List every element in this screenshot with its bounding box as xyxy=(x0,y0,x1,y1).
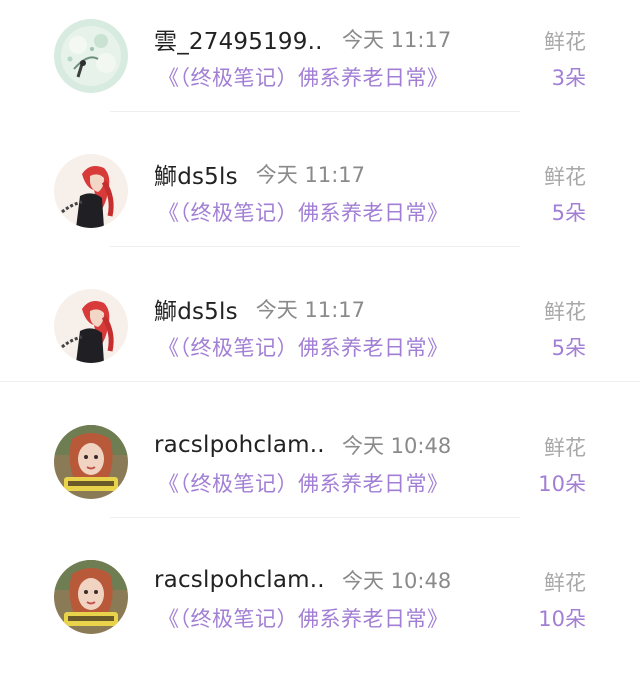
divider xyxy=(110,111,520,112)
name-row: racslpohclam... 今天 10:48 xyxy=(154,428,451,462)
divider xyxy=(0,381,640,382)
name-row: 鰤ds5ls 今天 11:17 xyxy=(154,292,365,326)
user-name[interactable]: 鰤ds5ls xyxy=(154,157,238,191)
user-name[interactable]: racslpohclam... xyxy=(154,432,324,458)
message-time: 今天 10:48 xyxy=(342,569,452,593)
user-name[interactable]: 雲_27495199... xyxy=(154,22,324,56)
gift-message-item[interactable]: racslpohclam... 今天 10:48 《（终极笔记）佛系养老日常》 … xyxy=(0,406,640,541)
gift-type-label: 鲜花 xyxy=(544,571,586,595)
gift-type-label: 鲜花 xyxy=(544,300,586,324)
user-avatar[interactable] xyxy=(54,560,128,634)
message-time: 今天 11:17 xyxy=(255,163,365,187)
gift-count: 10朵 xyxy=(538,472,586,496)
book-title-link[interactable]: 《（终极笔记）佛系养老日常》 xyxy=(158,468,449,498)
gift-type-label: 鲜花 xyxy=(544,436,586,460)
gift-message-list: 雲_27495199... 今天 11:17 《（终极笔记）佛系养老日常》 鲜花… xyxy=(0,0,640,651)
message-time: 今天 11:17 xyxy=(342,28,452,52)
name-row: 雲_27495199... 今天 11:17 xyxy=(154,22,451,56)
gift-count: 5朵 xyxy=(551,336,586,360)
book-title-link[interactable]: 《（终极笔记）佛系养老日常》 xyxy=(158,332,449,362)
gift-count: 5朵 xyxy=(551,201,586,225)
name-row: 鰤ds5ls 今天 11:17 xyxy=(154,157,365,191)
user-name[interactable]: racslpohclam... xyxy=(154,567,324,593)
portrait-avatar-icon xyxy=(54,425,128,499)
red-hair-character-avatar-icon xyxy=(54,154,128,228)
user-avatar[interactable] xyxy=(54,154,128,228)
message-time: 今天 11:17 xyxy=(255,298,365,322)
flower-avatar-icon xyxy=(54,19,128,93)
message-time: 今天 10:48 xyxy=(342,434,452,458)
name-row: racslpohclam... 今天 10:48 xyxy=(154,563,451,597)
user-name[interactable]: 鰤ds5ls xyxy=(154,292,238,326)
red-hair-character-avatar-icon xyxy=(54,289,128,363)
gift-count: 10朵 xyxy=(538,607,586,631)
gift-message-item[interactable]: 雲_27495199... 今天 11:17 《（终极笔记）佛系养老日常》 鲜花… xyxy=(0,0,640,135)
gift-count: 3朵 xyxy=(551,66,586,90)
user-avatar[interactable] xyxy=(54,19,128,93)
book-title-link[interactable]: 《（终极笔记）佛系养老日常》 xyxy=(158,62,449,92)
gift-type-label: 鲜花 xyxy=(544,30,586,54)
gift-message-item[interactable]: racslpohclam... 今天 10:48 《（终极笔记）佛系养老日常》 … xyxy=(0,541,640,676)
gift-message-item[interactable]: 鰤ds5ls 今天 11:17 《（终极笔记）佛系养老日常》 鲜花 5朵 xyxy=(0,135,640,270)
divider xyxy=(110,517,520,518)
divider xyxy=(110,246,520,247)
portrait-avatar-icon xyxy=(54,560,128,634)
user-avatar[interactable] xyxy=(54,289,128,363)
user-avatar[interactable] xyxy=(54,425,128,499)
gift-type-label: 鲜花 xyxy=(544,165,586,189)
book-title-link[interactable]: 《（终极笔记）佛系养老日常》 xyxy=(158,603,449,633)
gift-message-item[interactable]: 鰤ds5ls 今天 11:17 《（终极笔记）佛系养老日常》 鲜花 5朵 xyxy=(0,270,640,405)
book-title-link[interactable]: 《（终极笔记）佛系养老日常》 xyxy=(158,197,449,227)
